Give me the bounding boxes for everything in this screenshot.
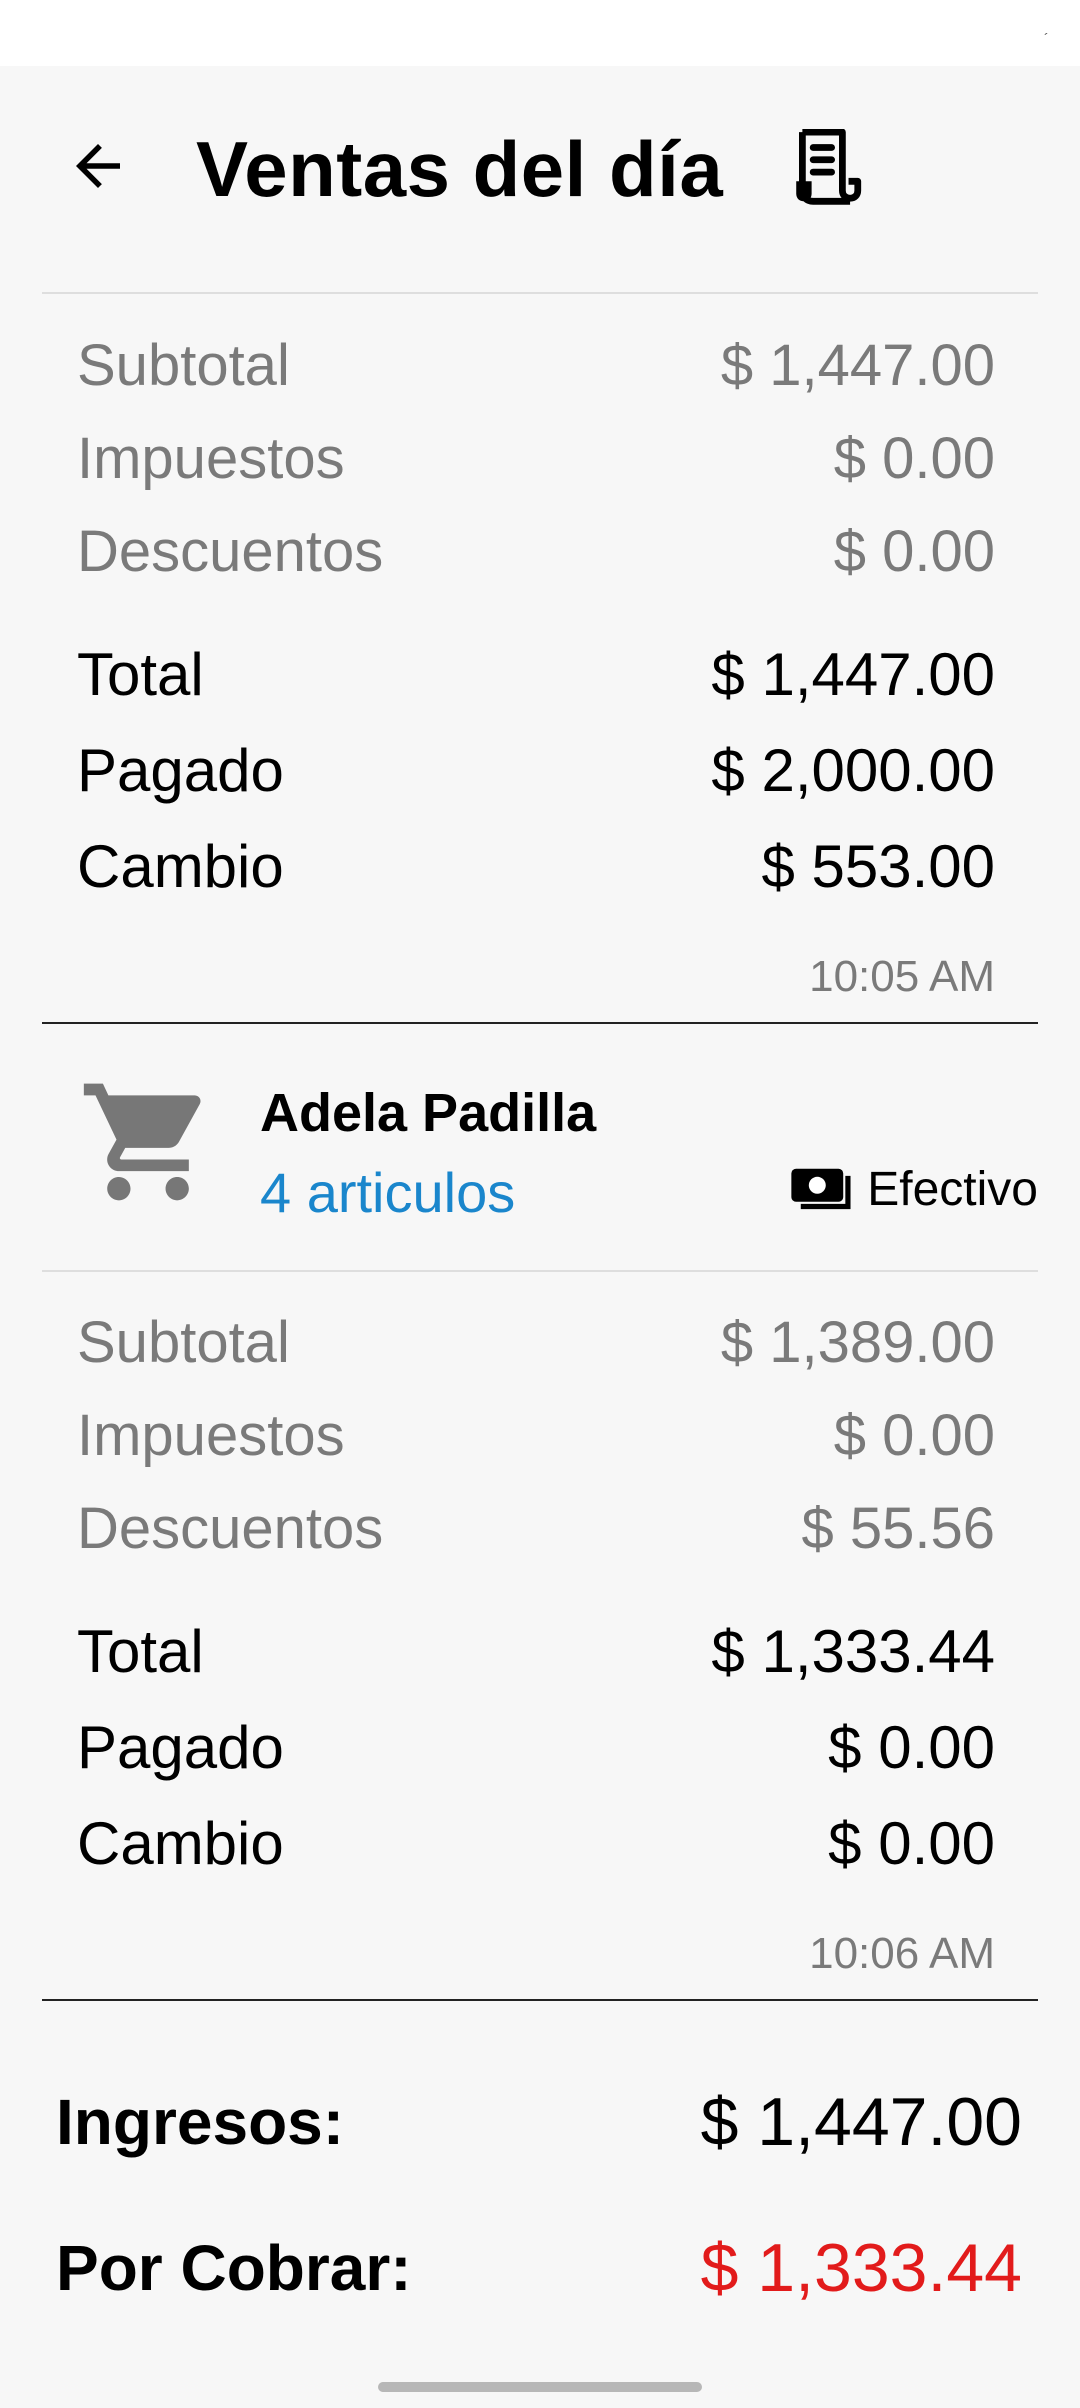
cash-icon xyxy=(791,1168,851,1209)
page-title: Ventas del día xyxy=(196,125,724,213)
payment-method-label: Efectivo xyxy=(867,1163,1038,1216)
tax-row: Impuestos $ 0.00 xyxy=(77,423,995,493)
subtotal-label: Subtotal xyxy=(77,332,290,398)
total-label: Total xyxy=(77,1617,204,1685)
change-label: Cambio xyxy=(77,832,284,900)
total-value: $ 1,333.44 xyxy=(711,1617,995,1685)
sale-separator xyxy=(42,1022,1038,1024)
subtotal-label: Subtotal xyxy=(77,1309,290,1375)
income-value: $ 1,447.00 xyxy=(700,2084,1022,2160)
sale-separator xyxy=(42,1999,1038,2001)
change-row: Cambio $ 553.00 xyxy=(77,826,995,906)
tax-value: $ 0.00 xyxy=(833,425,995,491)
status-bar: ´ xyxy=(0,0,1080,66)
gesture-nav-handle[interactable] xyxy=(378,2382,702,2392)
discount-value: $ 0.00 xyxy=(833,518,995,584)
cart-icon xyxy=(83,1083,201,1201)
app-bar: Ventas del día xyxy=(0,66,1080,292)
customer-name: Adela Padilla xyxy=(260,1083,597,1143)
sale-time: 10:05 AM xyxy=(809,952,995,1001)
tax-label: Impuestos xyxy=(77,425,345,491)
paid-label: Pagado xyxy=(77,1713,284,1781)
status-indicator: ´ xyxy=(1044,30,1049,46)
paid-label: Pagado xyxy=(77,736,284,804)
income-row: Ingresos: $ 1,447.00 xyxy=(56,2072,1022,2172)
total-label: Total xyxy=(77,640,204,708)
arrow-left-icon xyxy=(76,144,120,188)
receipt-icon xyxy=(796,129,862,205)
discount-row: Descuentos $ 0.00 xyxy=(77,516,995,586)
paid-row: Pagado $ 2,000.00 xyxy=(77,730,995,810)
total-row: Total $ 1,333.44 xyxy=(77,1611,995,1691)
subtotal-value: $ 1,447.00 xyxy=(720,332,995,398)
divider xyxy=(42,1270,1038,1272)
income-label: Ingresos: xyxy=(56,2086,345,2158)
total-row: Total $ 1,447.00 xyxy=(77,634,995,714)
receipt-button[interactable] xyxy=(782,124,872,214)
subtotal-value: $ 1,389.00 xyxy=(720,1309,995,1375)
discount-label: Descuentos xyxy=(77,518,384,584)
change-label: Cambio xyxy=(77,1809,284,1877)
tax-label: Impuestos xyxy=(77,1402,345,1468)
sale-time: 10:06 AM xyxy=(809,1929,995,1978)
subtotal-row: Subtotal $ 1,389.00 xyxy=(77,1307,995,1377)
subtotal-row: Subtotal $ 1,447.00 xyxy=(77,330,995,400)
paid-value: $ 2,000.00 xyxy=(711,736,995,804)
total-value: $ 1,447.00 xyxy=(711,640,995,708)
item-count-link[interactable]: 4 articulos xyxy=(260,1160,515,1225)
pending-value: $ 1,333.44 xyxy=(700,2230,1022,2306)
discount-row: Descuentos $ 55.56 xyxy=(77,1493,995,1563)
payment-method: Efectivo xyxy=(789,1162,1038,1217)
pending-label: Por Cobrar: xyxy=(56,2232,412,2304)
tax-value: $ 0.00 xyxy=(833,1402,995,1468)
paid-value: $ 0.00 xyxy=(828,1713,995,1781)
discount-value: $ 55.56 xyxy=(801,1495,995,1561)
change-value: $ 0.00 xyxy=(828,1809,995,1877)
tax-row: Impuestos $ 0.00 xyxy=(77,1400,995,1470)
back-button[interactable] xyxy=(58,126,138,206)
paid-row: Pagado $ 0.00 xyxy=(77,1707,995,1787)
discount-label: Descuentos xyxy=(77,1495,384,1561)
sale-header-2[interactable]: Adela Padilla 4 articulos Efectivo xyxy=(0,1052,1080,1232)
divider xyxy=(42,292,1038,294)
change-row: Cambio $ 0.00 xyxy=(77,1803,995,1883)
pending-row: Por Cobrar: $ 1,333.44 xyxy=(56,2218,1022,2318)
change-value: $ 553.00 xyxy=(761,832,995,900)
